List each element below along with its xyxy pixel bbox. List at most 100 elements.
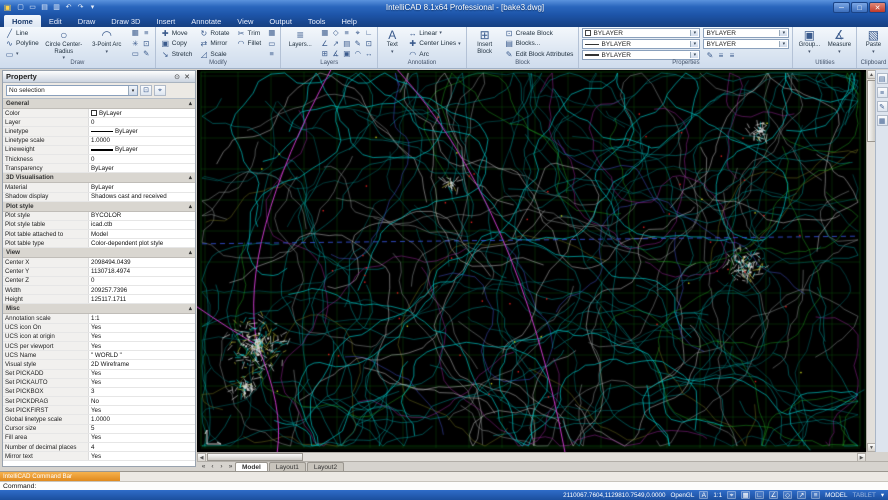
polar-toggle-icon[interactable]: ∠ [769, 491, 779, 499]
rotate-button[interactable]: ↻ Rotate [197, 28, 231, 39]
measure-button[interactable]: ∡ Measure ▾ [825, 28, 853, 55]
etrack-toggle-icon[interactable]: ↗ [797, 491, 807, 499]
selection-dropdown[interactable]: No selection ▾ [6, 85, 138, 96]
property-value[interactable]: 1:1 [89, 314, 195, 322]
layer-tool-snap-icon[interactable]: ⌖ [352, 28, 363, 39]
property-value[interactable]: Yes [89, 452, 195, 460]
first-tab-icon[interactable]: « [199, 463, 208, 470]
fillet-button[interactable]: ◠ Fillet [235, 39, 264, 50]
tab-draw[interactable]: Draw [70, 15, 104, 27]
stretch-button[interactable]: ↘ Stretch [159, 49, 195, 60]
tab-view[interactable]: View [229, 15, 261, 27]
tab-layout2[interactable]: Layout2 [306, 462, 345, 471]
property-value[interactable]: 125117.1711 [89, 295, 195, 303]
close-button[interactable]: ✕ [869, 2, 886, 13]
last-tab-icon[interactable]: » [226, 463, 235, 470]
arc-button[interactable]: ◠ 3-Point Arc ▾ [87, 28, 127, 55]
property-value[interactable]: Color-dependent plot style [89, 239, 195, 247]
print-icon[interactable]: ▥ [51, 2, 62, 13]
plot-style-combobox[interactable]: BYLAYER ▾ [703, 28, 790, 38]
tab-insert[interactable]: Insert [148, 15, 183, 27]
linear-dimension-button[interactable]: ↔ Linear ▾ [406, 28, 462, 39]
tab-help[interactable]: Help [333, 15, 364, 27]
copy-button[interactable]: ▣ Copy [159, 39, 195, 50]
erase-icon[interactable]: ▭ [266, 39, 277, 50]
move-button[interactable]: ✚ Move [159, 28, 195, 39]
property-section-3d-visualisation[interactable]: 3D Visualisation ▴ [3, 173, 195, 184]
tab-draw-3d[interactable]: Draw 3D [103, 15, 148, 27]
property-value[interactable]: No [89, 397, 195, 405]
property-value[interactable]: Yes [89, 333, 195, 341]
undo-icon[interactable]: ↶ [63, 2, 74, 13]
property-section-general[interactable]: General ▴ [3, 99, 195, 109]
line-button[interactable]: ╱ Line [3, 28, 41, 39]
property-value[interactable]: ByLayer [89, 127, 195, 135]
create-block-button[interactable]: ⊡ Create Block [503, 28, 576, 39]
dock-blocks-icon[interactable]: ▤ [876, 73, 888, 84]
app-icon[interactable]: ▣ [2, 3, 13, 12]
property-value[interactable]: " WORLD " [89, 351, 195, 359]
scale-button[interactable]: ◿ Scale [197, 49, 231, 60]
property-section-view[interactable]: View ▴ [3, 248, 195, 259]
layer-tool-group-icon[interactable]: ▣ [341, 49, 352, 60]
explode-icon[interactable]: ✳ [130, 39, 141, 50]
next-tab-icon[interactable]: › [217, 463, 226, 470]
polyline-button[interactable]: ∿ Polyline [3, 39, 41, 50]
layer-tool-measure-icon[interactable]: ∡ [330, 49, 341, 60]
property-value[interactable]: ByLayer [89, 146, 195, 154]
offset-icon[interactable]: ≡ [141, 28, 152, 39]
match-properties-button[interactable]: ✎ ≡ ≡ [703, 50, 789, 61]
drawing-canvas[interactable] [197, 70, 866, 452]
renderer-label[interactable]: OpenGL [671, 492, 695, 499]
erase-icon[interactable]: ▭ [130, 49, 141, 60]
center-lines-button[interactable]: ✚ Center Lines ▾ [406, 39, 462, 50]
layers-button[interactable]: ≡ Layers... [284, 28, 316, 49]
tab-home[interactable]: Home [4, 15, 41, 27]
tab-model[interactable]: Model [235, 462, 268, 471]
pick-add-icon[interactable]: ⊡ [140, 85, 152, 96]
layer-tool-createblock-icon[interactable]: ⊡ [363, 39, 374, 50]
lineweight-combobox[interactable]: BYLAYER ▾ [582, 50, 701, 60]
layer-tool-grid-icon[interactable]: ▦ [319, 28, 330, 39]
property-value[interactable]: Yes [89, 342, 195, 350]
layer-tool-arcdim-icon[interactable]: ◠ [352, 49, 363, 60]
offset-icon[interactable]: ≡ [266, 49, 277, 60]
save-icon[interactable]: ▤ [39, 2, 50, 13]
property-value[interactable]: Shadows cast and received [89, 193, 195, 201]
property-value[interactable]: 1130718.4974 [89, 268, 195, 276]
maximize-button[interactable]: □ [851, 2, 868, 13]
prev-tab-icon[interactable]: ‹ [208, 463, 217, 470]
property-value[interactable]: Yes [89, 370, 195, 378]
layer-tool-etrack-icon[interactable]: ↗ [330, 39, 341, 50]
createblock-icon[interactable]: ⊡ [141, 39, 152, 50]
pin-icon[interactable]: ⊙ [172, 73, 182, 81]
paste-button[interactable]: ▧ Paste ▾ [860, 28, 886, 55]
property-value[interactable]: Yes [89, 324, 195, 332]
horizontal-scrollbar[interactable]: ◀ ▶ [197, 452, 866, 462]
property-value[interactable]: 1.0000 [89, 137, 195, 145]
new-icon[interactable]: ▢ [15, 2, 26, 13]
property-value[interactable]: 2D Wireframe [89, 360, 195, 368]
property-section-plot-style[interactable]: Plot style ▴ [3, 201, 195, 212]
property-value[interactable]: icad.ctb [89, 221, 195, 229]
property-value[interactable]: ByLayer [89, 183, 195, 191]
tab-layout1[interactable]: Layout1 [268, 462, 306, 471]
draw-more-button[interactable]: ▭ ▾ [3, 49, 41, 60]
horizontal-scroll-thumb[interactable] [207, 453, 303, 461]
minimize-button[interactable]: ─ [833, 2, 850, 13]
property-value[interactable]: 0 [89, 155, 195, 163]
dock-grid-icon[interactable]: ▦ [876, 115, 888, 126]
transparency-combobox[interactable]: BYLAYER ▾ [703, 39, 790, 49]
tab-edit[interactable]: Edit [41, 15, 70, 27]
property-value[interactable]: Model [89, 230, 195, 238]
property-section-misc[interactable]: Misc ▴ [3, 304, 195, 315]
property-value[interactable]: 1.0000 [89, 415, 195, 423]
property-value[interactable]: Yes [89, 434, 195, 442]
layer-tool-linear-icon[interactable]: ↔ [363, 49, 374, 60]
dock-layers_ic-icon[interactable]: ≡ [876, 87, 888, 98]
layer-tool-ortho-icon[interactable]: ∟ [363, 28, 374, 39]
status-menu-icon[interactable]: ▾ [881, 492, 884, 499]
layer-tool-blocks-icon[interactable]: ▤ [341, 39, 352, 50]
property-value[interactable]: 209257.7396 [89, 286, 195, 294]
esnap-toggle-icon[interactable]: ◇ [783, 491, 793, 499]
